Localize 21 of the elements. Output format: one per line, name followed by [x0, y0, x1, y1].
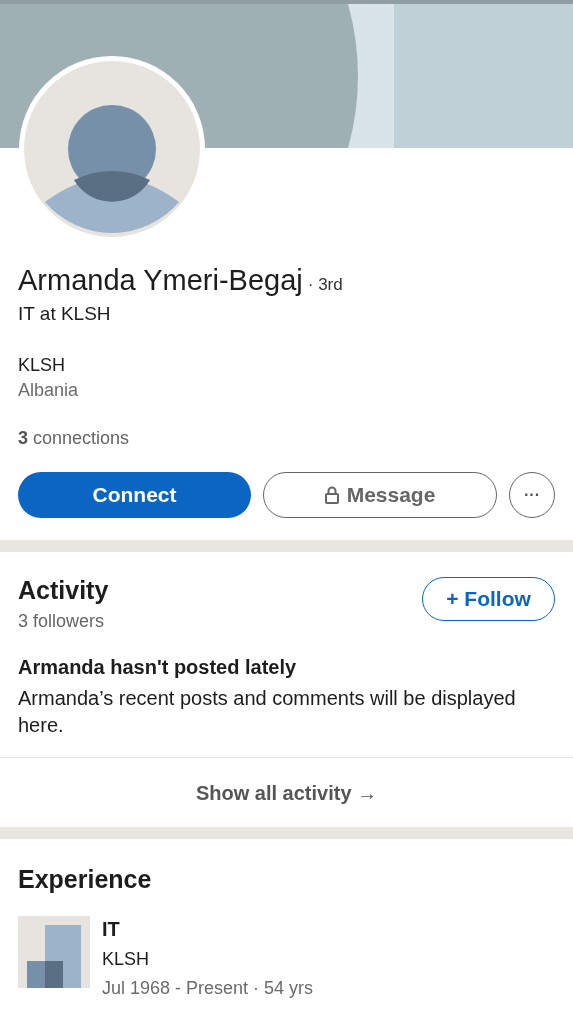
section-title: Experience [18, 865, 153, 894]
company-name: KLSH [18, 355, 67, 376]
job-company: KLSH [102, 949, 151, 970]
more-button[interactable]: ··· [509, 472, 555, 518]
section-title: Activity [18, 576, 109, 605]
follow-button[interactable]: + Follow [422, 577, 555, 621]
empty-state-text: Armanda’s recent posts and comments will be displayed here. [18, 686, 517, 738]
job-dates: Jul 1968 - Present · 54 yrs [102, 978, 314, 999]
connection-degree: · 3rd [307, 275, 343, 295]
location-text: Albania [18, 380, 80, 401]
connections-count: 3 connections [18, 428, 131, 449]
profile-name: Armanda Ymeri-Begaj [18, 264, 303, 297]
connect-button[interactable]: Connect [18, 472, 251, 518]
message-button[interactable]: Message [263, 472, 497, 518]
show-all-activity-link[interactable]: Show all activity → [195, 758, 378, 827]
company-logo-icon [18, 916, 90, 988]
followers-count: 3 followers [18, 611, 106, 632]
profile-headline: IT at KLSH [18, 303, 112, 325]
lock-icon [324, 486, 339, 504]
empty-state-title: Armanda hasn't posted lately [18, 656, 298, 679]
job-title: IT [102, 918, 121, 941]
